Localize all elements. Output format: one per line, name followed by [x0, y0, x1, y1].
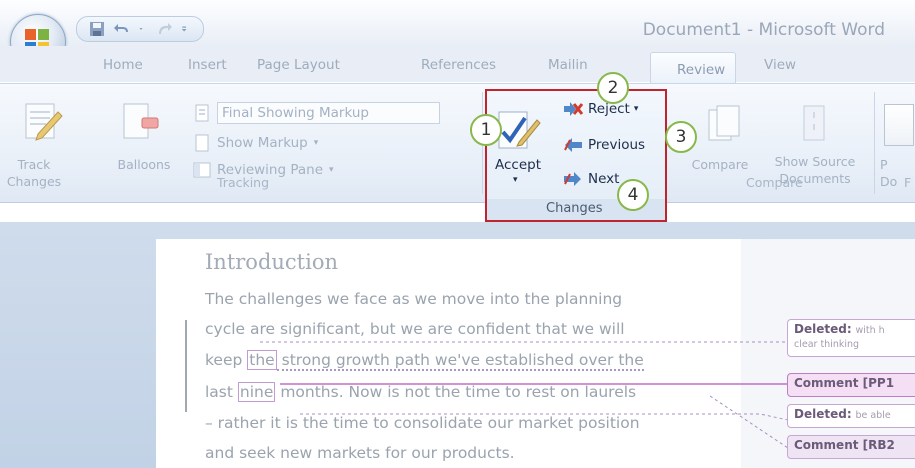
- dropdown-arrow-icon: ▾: [633, 104, 639, 114]
- tab-page-layout[interactable]: Page Layout: [257, 57, 340, 73]
- previous-label: Previous: [588, 137, 646, 153]
- deleted-balloon[interactable]: Deleted: with h clear thinking: [787, 319, 915, 357]
- show-markup-button[interactable]: Show Markup ▾: [193, 133, 318, 153]
- next-icon: [564, 172, 581, 186]
- display-for-review-value: Final Showing Markup: [217, 102, 440, 124]
- balloons-icon: [123, 103, 159, 139]
- tracking-group-label: Tracking: [217, 175, 270, 190]
- change-bar: [185, 320, 187, 412]
- show-markup-icon: [195, 134, 209, 152]
- track-changes-button[interactable]: [20, 100, 64, 148]
- protect-group-label: F: [904, 175, 912, 190]
- accept-button[interactable]: [495, 110, 541, 156]
- group-divider: [874, 92, 875, 194]
- tab-references[interactable]: References: [421, 57, 496, 73]
- previous-button[interactable]: Previous: [562, 136, 645, 154]
- deleted-balloon[interactable]: Deleted: be able: [787, 404, 915, 428]
- callout-number-4: 4: [617, 179, 649, 211]
- document-heading: Introduction: [205, 250, 338, 274]
- tab-review[interactable]: Review: [650, 52, 736, 85]
- show-source-documents-icon: [803, 105, 825, 141]
- compare-button[interactable]: [705, 104, 745, 152]
- tab-mailings[interactable]: Mailin: [548, 57, 588, 73]
- callout-number-1: 1: [470, 114, 502, 146]
- window-title: Document1 - Microsoft Word: [642, 20, 885, 40]
- show-source-documents-button[interactable]: [800, 104, 830, 152]
- undo-icon[interactable]: [114, 21, 130, 37]
- quick-access-toolbar: [76, 16, 204, 42]
- redo-icon[interactable]: [156, 21, 172, 37]
- compare-group-label: Compare: [746, 175, 803, 190]
- changes-group-label: Changes: [546, 201, 603, 216]
- display-for-review-icon: [195, 104, 209, 122]
- dropdown-arrow-icon: ▾: [313, 138, 319, 148]
- markup-connector-lines: [260, 341, 789, 449]
- callout-number-2: 2: [597, 72, 629, 104]
- comment-balloon[interactable]: Comment [RB2: [787, 435, 915, 459]
- save-icon[interactable]: [89, 21, 105, 37]
- reject-icon: [564, 102, 584, 116]
- accept-label: Accept: [494, 157, 541, 173]
- track-changes-label: Track Changes: [6, 157, 62, 189]
- comment-balloon[interactable]: Comment [PP1: [787, 373, 915, 397]
- reject-button[interactable]: Reject ▾: [562, 100, 638, 118]
- accept-dropdown-arrow-icon[interactable]: ▾: [513, 175, 518, 185]
- dropdown-arrow-icon: ▾: [329, 165, 334, 175]
- balloons-label: Balloons: [117, 157, 171, 172]
- tab-insert[interactable]: Insert: [188, 57, 227, 73]
- tab-view[interactable]: View: [764, 57, 796, 73]
- document-line: The challenges we face as we move into t…: [205, 290, 623, 308]
- reviewing-pane-icon: [193, 162, 211, 178]
- compare-icon: [708, 105, 740, 141]
- customize-qat-icon[interactable]: [181, 21, 191, 37]
- tab-review-label: Review: [677, 62, 726, 78]
- show-markup-label: Show Markup: [217, 135, 308, 151]
- previous-icon: [564, 138, 582, 152]
- display-for-review-dropdown[interactable]: Final Showing Markup: [193, 102, 440, 124]
- track-changes-icon: [25, 103, 63, 141]
- next-button[interactable]: Next: [562, 170, 619, 188]
- protect-document-icon: [884, 104, 914, 146]
- compare-label: Compare: [691, 157, 749, 172]
- next-label: Next: [588, 171, 620, 187]
- tab-home[interactable]: Home: [103, 57, 143, 73]
- balloons-button[interactable]: [120, 100, 160, 148]
- dropdown-arrow-icon[interactable]: [139, 21, 147, 37]
- callout-number-3: 3: [665, 121, 697, 153]
